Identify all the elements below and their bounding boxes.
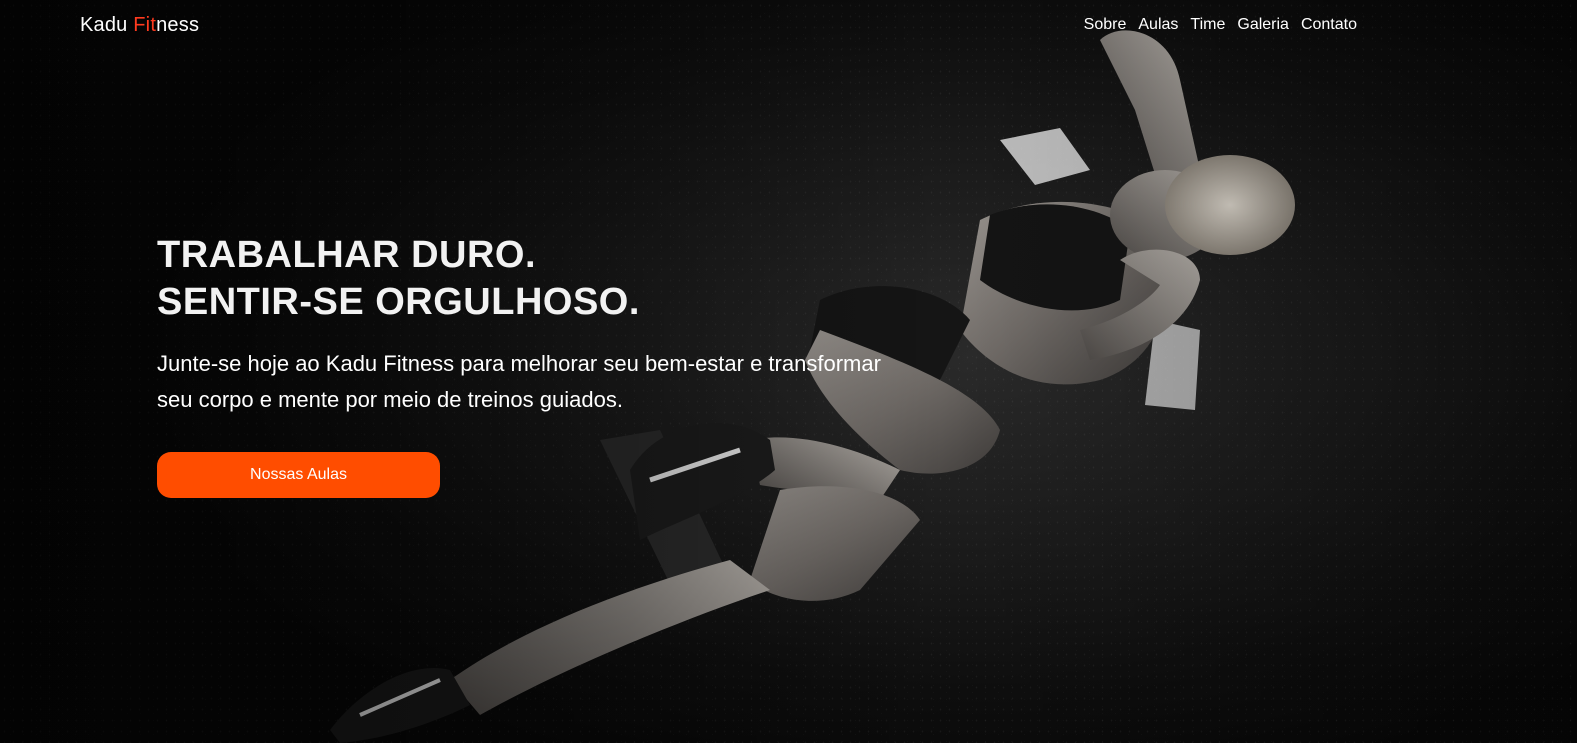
logo-text-prefix: Kadu — [80, 14, 134, 36]
site-header: Kadu Fitness Sobre Aulas Time Galeria Co… — [0, 0, 1577, 52]
logo-text-accent: Fit — [133, 14, 157, 36]
hero-section: Kadu Fitness Sobre Aulas Time Galeria Co… — [0, 0, 1577, 743]
nav-link-sobre[interactable]: Sobre — [1084, 16, 1127, 34]
nav-link-galeria[interactable]: Galeria — [1237, 16, 1289, 34]
nossas-aulas-button[interactable]: Nossas Aulas — [157, 452, 440, 498]
hero-lead-text: Junte-se hoje ao Kadu Fitness para melho… — [157, 351, 881, 412]
main-nav: Sobre Aulas Time Galeria Contato — [1084, 16, 1357, 34]
hero-headline-line-1: TRABALHAR DURO. — [157, 234, 537, 276]
site-logo[interactable]: Kadu Fitness — [80, 14, 199, 37]
hero-headline-line-2: SENTIR-SE ORGULHOSO. — [157, 281, 640, 323]
nav-link-time[interactable]: Time — [1190, 16, 1225, 34]
hero-headline: TRABALHAR DURO. SENTIR-SE ORGULHOSO. — [157, 232, 917, 326]
hero-content: TRABALHAR DURO. SENTIR-SE ORGULHOSO. Jun… — [157, 232, 917, 498]
nav-link-aulas[interactable]: Aulas — [1138, 16, 1178, 34]
logo-text-suffix: ness — [156, 14, 200, 36]
nav-link-contato[interactable]: Contato — [1301, 16, 1357, 34]
